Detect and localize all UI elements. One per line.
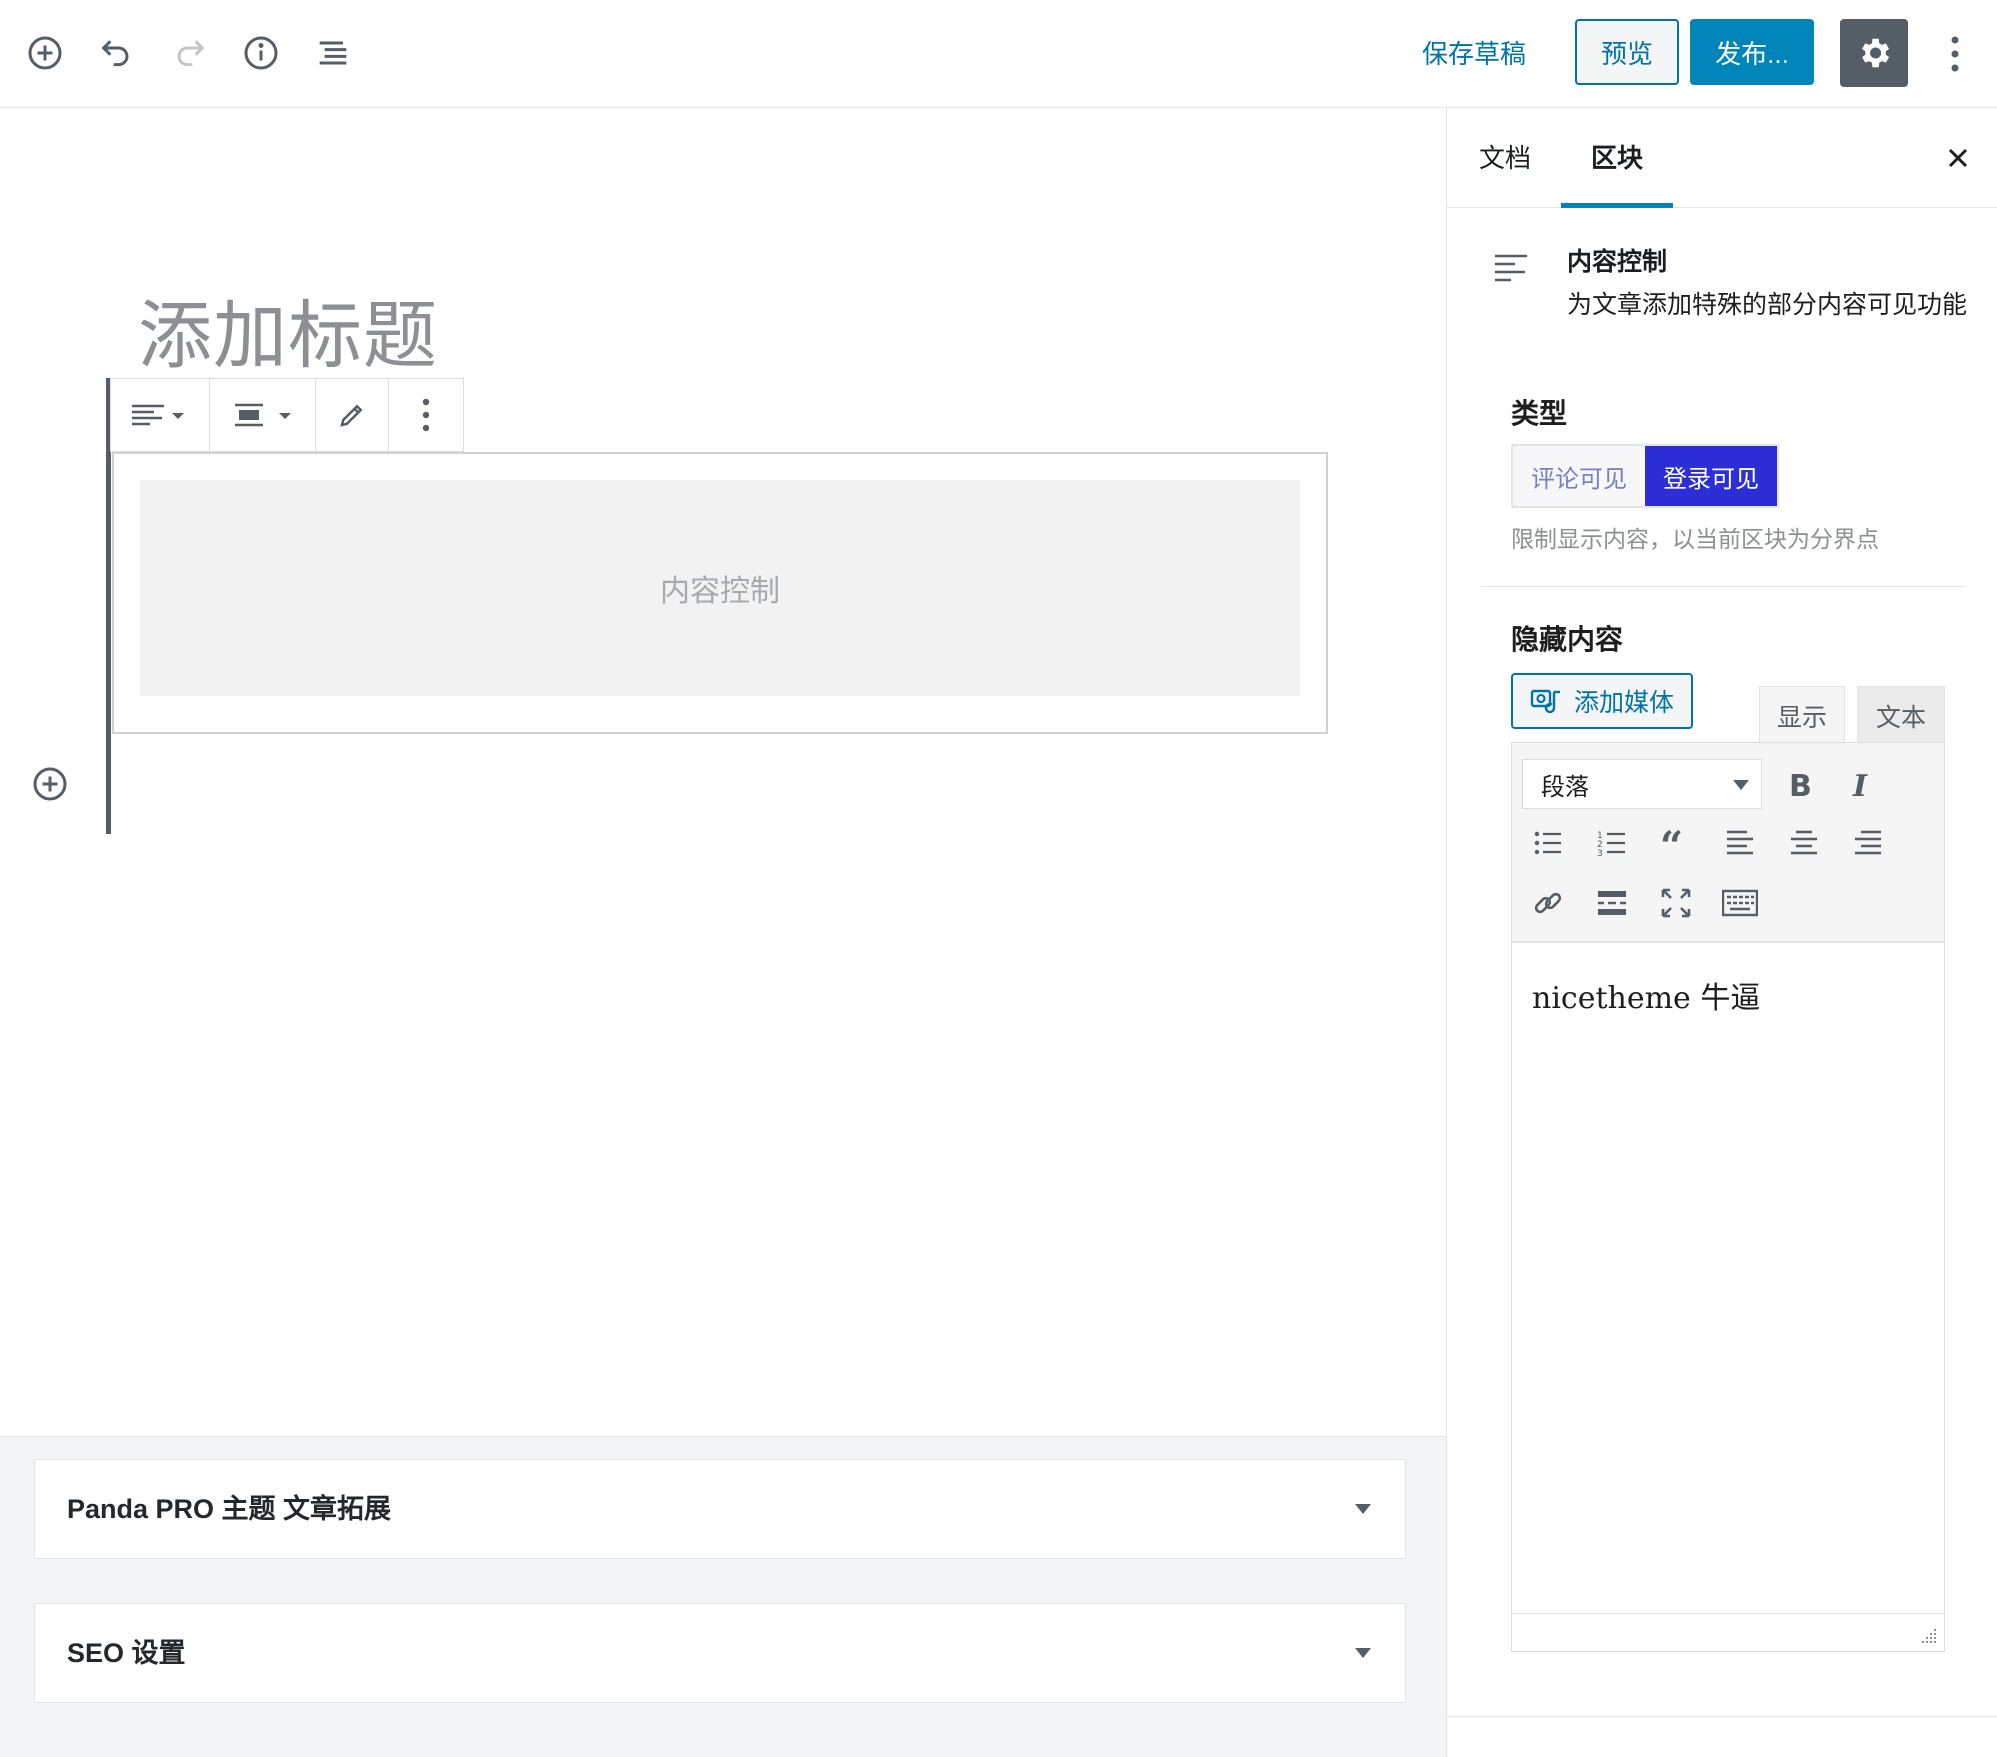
classic-editor-toolbar: 段落 B I 123 “ [1512,743,1944,943]
bold-icon[interactable]: B [1776,763,1820,807]
close-sidebar-button[interactable] [1938,138,1978,178]
add-media-label: 添加媒体 [1573,689,1674,717]
divider [1481,586,1966,587]
caret-down-icon [1733,780,1749,790]
toolbar-toggle-icon[interactable] [1718,881,1762,925]
type-help-text: 限制显示内容，以当前区块为分界点 [1511,526,1879,552]
redo-icon[interactable] [166,30,212,76]
bullet-list-icon[interactable] [1526,821,1570,865]
classic-editor-content[interactable]: nicetheme 牛逼 [1532,973,1760,1017]
classic-editor: 段落 B I 123 “ nicetheme 牛逼 [1511,742,1945,1652]
block-name: 内容控制 [1567,248,1668,276]
caret-down-icon[interactable] [1355,1504,1371,1514]
edit-button[interactable] [316,379,390,451]
metabox-seo[interactable]: SEO 设置 [34,1603,1406,1703]
align-center-icon[interactable] [1782,821,1826,865]
metabox-title: Panda PRO 主题 文章拓展 [67,1494,392,1524]
blockquote-icon[interactable]: “ [1654,821,1698,865]
block-placeholder[interactable]: 内容控制 [140,480,1300,696]
align-left-icon[interactable] [1718,821,1762,865]
type-option-login[interactable]: 登录可见 [1645,446,1777,506]
editor-header: 保存草稿 预览 发布... [0,0,1997,108]
pencil-icon [340,404,363,427]
block-more-button[interactable] [389,379,463,451]
add-block-icon[interactable] [22,30,68,76]
undo-icon[interactable] [94,30,140,76]
gear-icon [1862,38,1890,68]
svg-text:“: “ [1660,828,1683,858]
sidebar-tabs: 文档 区块 [1447,108,1997,208]
align-center-icon [234,403,291,427]
block-description: 为文章添加特殊的部分内容可见功能 [1567,291,1968,319]
fullscreen-icon[interactable] [1654,881,1698,925]
italic-icon[interactable]: I [1840,763,1884,807]
classic-editor-statusbar [1512,1613,1944,1651]
outline-icon[interactable] [310,30,356,76]
tab-block[interactable]: 区块 [1561,108,1673,208]
add-block-inline-icon[interactable] [30,764,70,804]
publish-button[interactable]: 发布... [1690,19,1814,85]
metabox-title: SEO 设置 [67,1638,186,1668]
format-select[interactable]: 段落 [1522,759,1762,809]
hidden-content-label: 隐藏内容 [1511,624,1624,655]
metabox-panda-pro[interactable]: Panda PRO 主题 文章拓展 [34,1459,1406,1559]
caret-down-icon[interactable] [1355,1648,1371,1658]
format-select-value: 段落 [1541,773,1589,801]
tab-text[interactable]: 文本 [1857,686,1945,744]
svg-text:3: 3 [1597,849,1603,858]
content-control-icon [132,404,185,426]
tab-visual[interactable]: 显示 [1759,686,1845,744]
post-title[interactable]: 添加标题 [138,276,438,383]
editor-canvas: 添加标题 内容控制 [0,108,1447,1436]
media-icon [1530,689,1560,714]
block-toolbar [110,378,464,452]
settings-button[interactable] [1840,19,1908,87]
add-media-button[interactable]: 添加媒体 [1511,673,1693,729]
tab-document[interactable]: 文档 [1479,108,1531,208]
align-right-icon[interactable] [1846,821,1890,865]
numbered-list-icon[interactable]: 123 [1590,821,1634,865]
type-label: 类型 [1511,398,1568,429]
more-options-button[interactable] [1940,26,1970,82]
divider [1447,1716,1997,1717]
vertical-ellipsis-icon [423,398,430,432]
type-segmented-control: 评论可见 登录可见 [1511,444,1779,508]
metabox-area: Panda PRO 主题 文章拓展 SEO 设置 [0,1436,1447,1757]
svg-text:I: I [1852,770,1868,800]
svg-text:B: B [1789,770,1811,800]
read-more-icon[interactable] [1590,881,1634,925]
close-icon [1948,148,1968,168]
save-draft-button[interactable]: 保存草稿 [1410,28,1538,80]
info-icon[interactable] [238,30,284,76]
align-dropdown[interactable] [210,379,316,451]
block-type-switcher[interactable] [111,379,211,451]
preview-button[interactable]: 预览 [1575,19,1679,85]
vertical-ellipsis-icon [1951,36,1959,72]
link-icon[interactable] [1526,881,1570,925]
content-control-icon [1493,248,1531,286]
settings-sidebar: 文档 区块 内容控制 为文章添加特殊的部分内容可见功能 类型 评论可见 登录可见… [1446,108,1997,1757]
type-option-comment[interactable]: 评论可见 [1513,446,1645,506]
resize-handle-icon[interactable] [1920,1627,1938,1645]
